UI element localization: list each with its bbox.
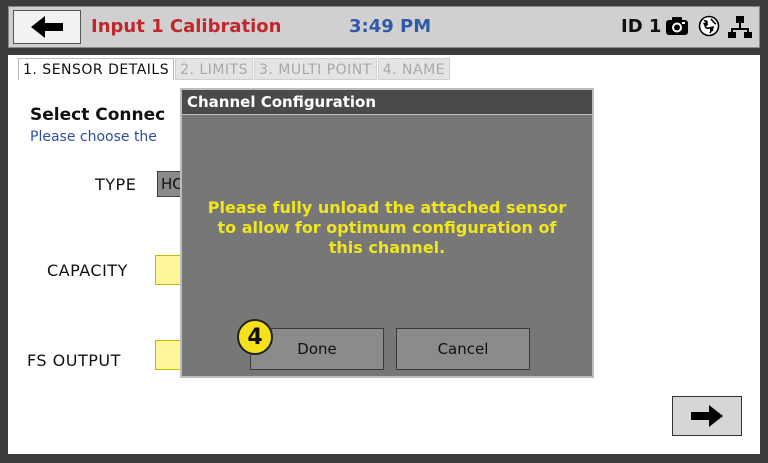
globe-icon[interactable] — [698, 15, 720, 41]
clock-time: 3:49 PM — [349, 16, 432, 37]
tab-limits[interactable]: 2. LIMITS — [175, 58, 253, 80]
type-label: TYPE — [95, 175, 137, 194]
step-number-badge: 4 — [237, 319, 273, 355]
back-button[interactable] — [13, 10, 81, 44]
device-id-label: ID 1 — [621, 16, 662, 37]
device-screen: Input 1 Calibration 3:49 PM ID 1 1. SENS… — [0, 0, 768, 463]
tab-name[interactable]: 4. NAME — [377, 58, 451, 80]
fs-output-label: FS OUTPUT — [27, 351, 121, 370]
dialog-message: Please fully unload the attached sensor … — [207, 198, 567, 257]
network-icon[interactable] — [727, 15, 753, 43]
camera-icon[interactable] — [665, 15, 689, 41]
tab-sensor-details[interactable]: 1. SENSOR DETAILS — [18, 58, 175, 80]
tab-multi-point[interactable]: 3. MULTI POINT — [253, 58, 377, 80]
capacity-label: CAPACITY — [47, 261, 128, 280]
page-title: Input 1 Calibration — [91, 16, 282, 37]
header-bar: Input 1 Calibration 3:49 PM ID 1 — [8, 6, 760, 48]
section-subtitle: Please choose the — [30, 129, 157, 145]
dialog-titlebar: Channel Configuration — [182, 90, 592, 115]
next-button[interactable] — [672, 396, 742, 436]
section-title: Select Connec — [30, 105, 166, 125]
cancel-button[interactable]: Cancel — [396, 328, 530, 370]
dialog-title: Channel Configuration — [187, 93, 377, 111]
tab-bar: 1. SENSOR DETAILS 2. LIMITS 3. MULTI POI… — [18, 58, 451, 80]
back-arrow-icon — [31, 16, 63, 38]
right-arrow-icon — [691, 405, 723, 427]
